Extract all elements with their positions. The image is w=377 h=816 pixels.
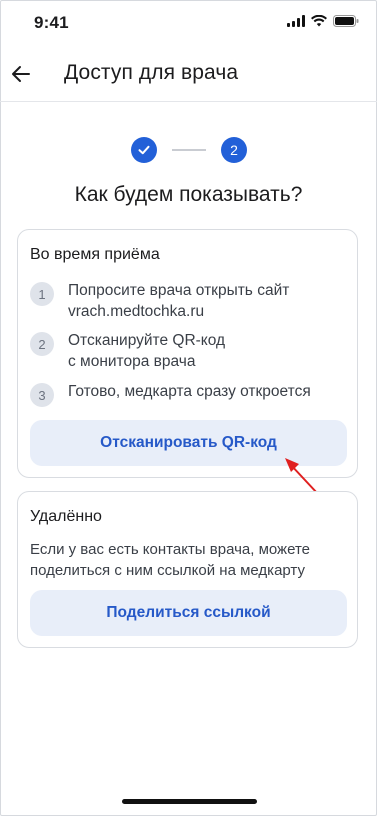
step-text: Отсканируйте QR-код с монитора врача: [68, 330, 225, 372]
step-text: Попросите врача открыть сайт vrach.medto…: [68, 280, 289, 322]
remote-card: Удалённо Если у вас есть контакты врача,…: [17, 491, 358, 648]
remote-description: Если у вас есть контакты врача, можете п…: [30, 541, 310, 579]
step-text-line: vrach.medtochka.ru: [68, 303, 205, 320]
step-text-line: Попросите врача открыть сайт: [68, 282, 290, 299]
instruction-step-2: 2 Отсканируйте QR-код с монитора врача: [30, 332, 225, 372]
step-number: 1: [30, 282, 54, 306]
step-text-line: Готово, медкарта сразу откроется: [68, 383, 311, 400]
status-icons: [287, 15, 359, 27]
instruction-step-1: 1 Попросите врача открыть сайт vrach.med…: [30, 282, 289, 322]
section-heading: Как будем показывать?: [74, 183, 303, 206]
arrow-left-icon: [12, 66, 30, 82]
status-time: 9:41: [34, 13, 69, 32]
signal-icon: [287, 15, 305, 27]
step-number: 2: [30, 332, 54, 356]
back-button[interactable]: [9, 62, 33, 86]
remote-title: Удалённо: [30, 508, 102, 525]
step-text-line: Отсканируйте QR-код: [68, 332, 226, 349]
step-text: Готово, медкарта сразу откроется: [68, 381, 311, 402]
step-2-current: 2: [221, 137, 247, 163]
share-link-button[interactable]: Поделиться ссылкой: [30, 590, 347, 636]
stepper-connector: [172, 149, 206, 151]
home-indicator: [122, 799, 257, 804]
check-icon: [138, 145, 150, 155]
in-person-title: Во время приёма: [30, 246, 160, 263]
in-person-card: Во время приёма 1 Попросите врача открыт…: [17, 229, 358, 478]
step-number: 3: [30, 383, 54, 407]
step-1-completed: [131, 137, 157, 163]
battery-icon: [333, 15, 359, 27]
step-text-line: с монитора врача: [68, 353, 196, 370]
instruction-step-3: 3 Готово, медкарта сразу откроется: [30, 383, 311, 407]
header-divider: [0, 101, 377, 102]
wifi-icon: [311, 15, 327, 27]
page-title: Доступ для врача: [64, 61, 239, 84]
